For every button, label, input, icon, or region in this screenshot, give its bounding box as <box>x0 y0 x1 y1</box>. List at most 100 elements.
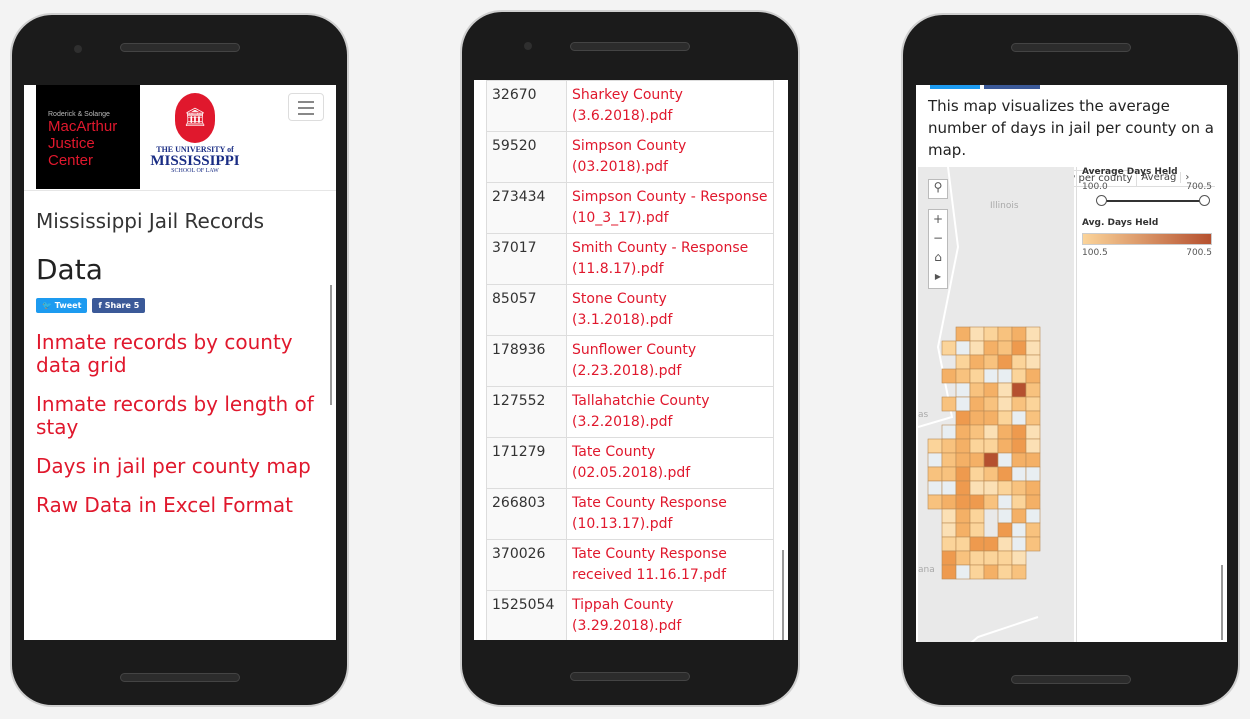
county-shape[interactable] <box>1011 368 1027 384</box>
county-shape[interactable] <box>1011 438 1027 454</box>
county-shape[interactable] <box>969 536 985 552</box>
link-length-of-stay[interactable]: Inmate records by length of stay <box>36 393 324 439</box>
county-shape[interactable] <box>983 396 999 412</box>
county-shape[interactable] <box>983 326 999 342</box>
file-link[interactable]: Tallahatchie County (3.2.2018).pdf <box>566 386 774 438</box>
county-shape[interactable] <box>997 438 1013 454</box>
menu-toggle-button[interactable] <box>288 93 324 121</box>
county-shape[interactable] <box>997 466 1013 482</box>
county-shape[interactable] <box>997 522 1013 538</box>
slider-min-handle[interactable] <box>1096 195 1107 206</box>
county-shape[interactable] <box>997 354 1013 370</box>
county-shape[interactable] <box>997 564 1013 580</box>
ole-miss-logo[interactable]: 🏛 THE UNIVERSITY of MISSISSIPPI SCHOOL O… <box>140 85 250 189</box>
county-shape[interactable] <box>955 536 971 552</box>
county-shape[interactable] <box>969 340 985 356</box>
county-shape[interactable] <box>1011 494 1027 510</box>
county-shape[interactable] <box>1011 508 1027 524</box>
county-shape[interactable] <box>969 452 985 468</box>
county-shape[interactable] <box>955 382 971 398</box>
county-shape[interactable] <box>941 550 957 566</box>
county-shape[interactable] <box>941 424 957 440</box>
link-county-grid[interactable]: Inmate records by county data grid <box>36 331 324 377</box>
county-shape[interactable] <box>1011 326 1027 342</box>
county-shape[interactable] <box>1025 522 1041 538</box>
county-shape[interactable] <box>983 494 999 510</box>
county-shape[interactable] <box>1025 340 1041 356</box>
county-shape[interactable] <box>969 508 985 524</box>
county-shape[interactable] <box>969 438 985 454</box>
county-shape[interactable] <box>955 550 971 566</box>
county-shape[interactable] <box>941 564 957 580</box>
county-shape[interactable] <box>1025 480 1041 496</box>
county-shape[interactable] <box>927 480 943 496</box>
county-shape[interactable] <box>941 536 957 552</box>
file-link[interactable]: Sunflower County (2.23.2018).pdf <box>566 335 774 387</box>
home-icon[interactable]: ⌂ <box>929 248 947 267</box>
county-shape[interactable] <box>983 410 999 426</box>
tweet-button[interactable] <box>930 85 980 89</box>
county-shape[interactable] <box>955 368 971 384</box>
county-shape[interactable] <box>969 466 985 482</box>
county-shape[interactable] <box>941 494 957 510</box>
county-shape[interactable] <box>983 536 999 552</box>
county-shape[interactable] <box>955 340 971 356</box>
scrollbar[interactable] <box>1221 565 1223 640</box>
county-shape[interactable] <box>941 466 957 482</box>
county-shape[interactable] <box>1011 340 1027 356</box>
county-shape[interactable] <box>969 480 985 496</box>
range-slider[interactable] <box>1082 194 1212 208</box>
county-shape[interactable] <box>997 508 1013 524</box>
county-shape[interactable] <box>1011 466 1027 482</box>
county-shape[interactable] <box>1011 480 1027 496</box>
file-link[interactable]: Tate County Response (10.13.17).pdf <box>566 488 774 540</box>
county-shape[interactable] <box>969 564 985 580</box>
county-map[interactable]: Illinois as ana ⚲ + − ⌂ ▶ <box>917 166 1074 642</box>
scrollbar[interactable] <box>330 285 332 405</box>
county-shape[interactable] <box>927 452 943 468</box>
county-shape[interactable] <box>955 354 971 370</box>
county-shape[interactable] <box>1025 326 1041 342</box>
county-shape[interactable] <box>955 522 971 538</box>
facebook-share-button[interactable]: f Share 5 <box>92 298 146 313</box>
county-shape[interactable] <box>1025 536 1041 552</box>
county-shape[interactable] <box>1011 424 1027 440</box>
county-shape[interactable] <box>955 326 971 342</box>
county-shape[interactable] <box>997 396 1013 412</box>
file-link[interactable]: Tate County (02.05.2018).pdf <box>566 437 774 489</box>
county-shape[interactable] <box>997 424 1013 440</box>
county-shape[interactable] <box>997 410 1013 426</box>
county-shape[interactable] <box>941 480 957 496</box>
county-shape[interactable] <box>983 354 999 370</box>
macarthur-logo[interactable]: Roderick & Solange MacArthur Justice Cen… <box>36 85 140 189</box>
county-shape[interactable] <box>941 396 957 412</box>
county-shape[interactable] <box>969 494 985 510</box>
county-shape[interactable] <box>1011 396 1027 412</box>
county-shape[interactable] <box>983 438 999 454</box>
county-shape[interactable] <box>997 326 1013 342</box>
tweet-button[interactable]: 🐦 Tweet <box>36 298 88 313</box>
facebook-share-button[interactable] <box>984 85 1040 89</box>
county-shape[interactable] <box>983 368 999 384</box>
county-shape[interactable] <box>941 438 957 454</box>
county-shape[interactable] <box>1011 550 1027 566</box>
county-shape[interactable] <box>997 536 1013 552</box>
file-link[interactable]: Tate County Response received 11.16.17.p… <box>566 539 774 591</box>
county-shape[interactable] <box>997 382 1013 398</box>
county-shape[interactable] <box>969 550 985 566</box>
county-shape[interactable] <box>997 368 1013 384</box>
county-shape[interactable] <box>983 480 999 496</box>
county-shape[interactable] <box>1025 452 1041 468</box>
county-shape[interactable] <box>1011 564 1027 580</box>
county-shape[interactable] <box>969 326 985 342</box>
county-shape[interactable] <box>1025 368 1041 384</box>
county-shape[interactable] <box>969 410 985 426</box>
zoom-in-button[interactable]: + <box>929 210 947 229</box>
county-shape[interactable] <box>969 368 985 384</box>
map-search-button[interactable]: ⚲ <box>928 179 948 199</box>
county-shape[interactable] <box>1011 522 1027 538</box>
county-shape[interactable] <box>955 424 971 440</box>
county-shape[interactable] <box>983 564 999 580</box>
county-shape[interactable] <box>955 494 971 510</box>
county-shape[interactable] <box>941 452 957 468</box>
